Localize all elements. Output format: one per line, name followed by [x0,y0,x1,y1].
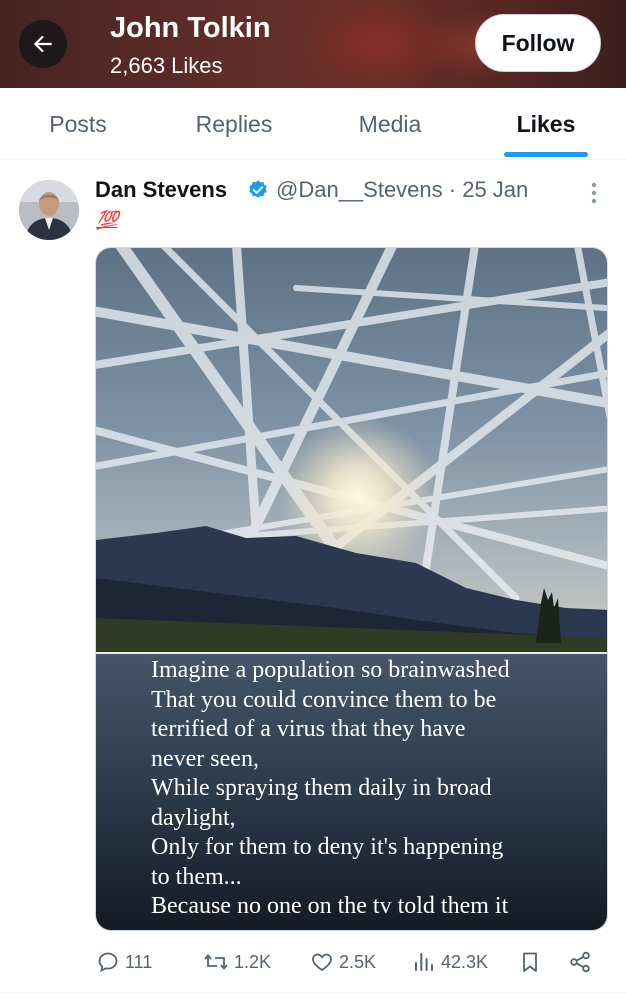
post-divider [0,992,626,993]
share-icon [570,951,590,973]
bookmark-button[interactable] [518,946,547,978]
author-handle-timestamp[interactable]: @Dan__Stevens · 25 Jan [276,177,528,203]
author-name[interactable]: Dan Stevens [95,177,227,203]
reply-count: 111 [125,951,153,972]
reply-icon [98,952,118,973]
reply-button[interactable]: 111 [96,946,152,978]
avatar[interactable] [19,180,79,240]
views-count: 42.3K [441,951,489,972]
post-actions: 111 1.2K 2.5K 42.3K [0,940,626,984]
bookmark-icon [523,952,537,972]
repost-button[interactable]: 1.2K [203,946,271,978]
media-caption-text: Imagine a population so brainwashed That… [151,657,510,919]
tab-replies[interactable]: Replies [156,88,312,160]
post-text: 💯 [96,210,118,230]
verified-badge-icon [249,180,267,198]
back-arrow-icon [33,35,52,53]
repost-count: 1.2K [234,951,272,972]
more-icon[interactable] [586,180,602,206]
post[interactable]: Dan Stevens @Dan__Stevens · 25 Jan 💯 Ima… [0,160,626,1000]
views-icon [415,953,433,971]
profile-tabs: Posts Replies Media Likes [0,88,626,160]
profile-header: John Tolkin 2,663 Likes Follow [0,0,626,88]
repost-icon [204,954,228,970]
back-button[interactable] [19,20,67,68]
likes-count: 2,663 Likes [110,53,223,78]
like-count: 2.5K [339,951,377,972]
tab-media[interactable]: Media [312,88,468,160]
like-button[interactable]: 2.5K [310,946,376,978]
profile-name: John Tolkin [110,12,271,44]
tab-likes[interactable]: Likes [468,88,624,160]
follow-button[interactable]: Follow [475,14,601,72]
views-button[interactable]: 42.3K [412,946,488,978]
share-button[interactable] [568,946,597,978]
post-media-image[interactable]: Imagine a population so brainwashed That… [95,247,608,931]
tab-posts[interactable]: Posts [0,88,156,160]
like-icon [312,953,332,972]
active-tab-indicator [504,152,588,157]
